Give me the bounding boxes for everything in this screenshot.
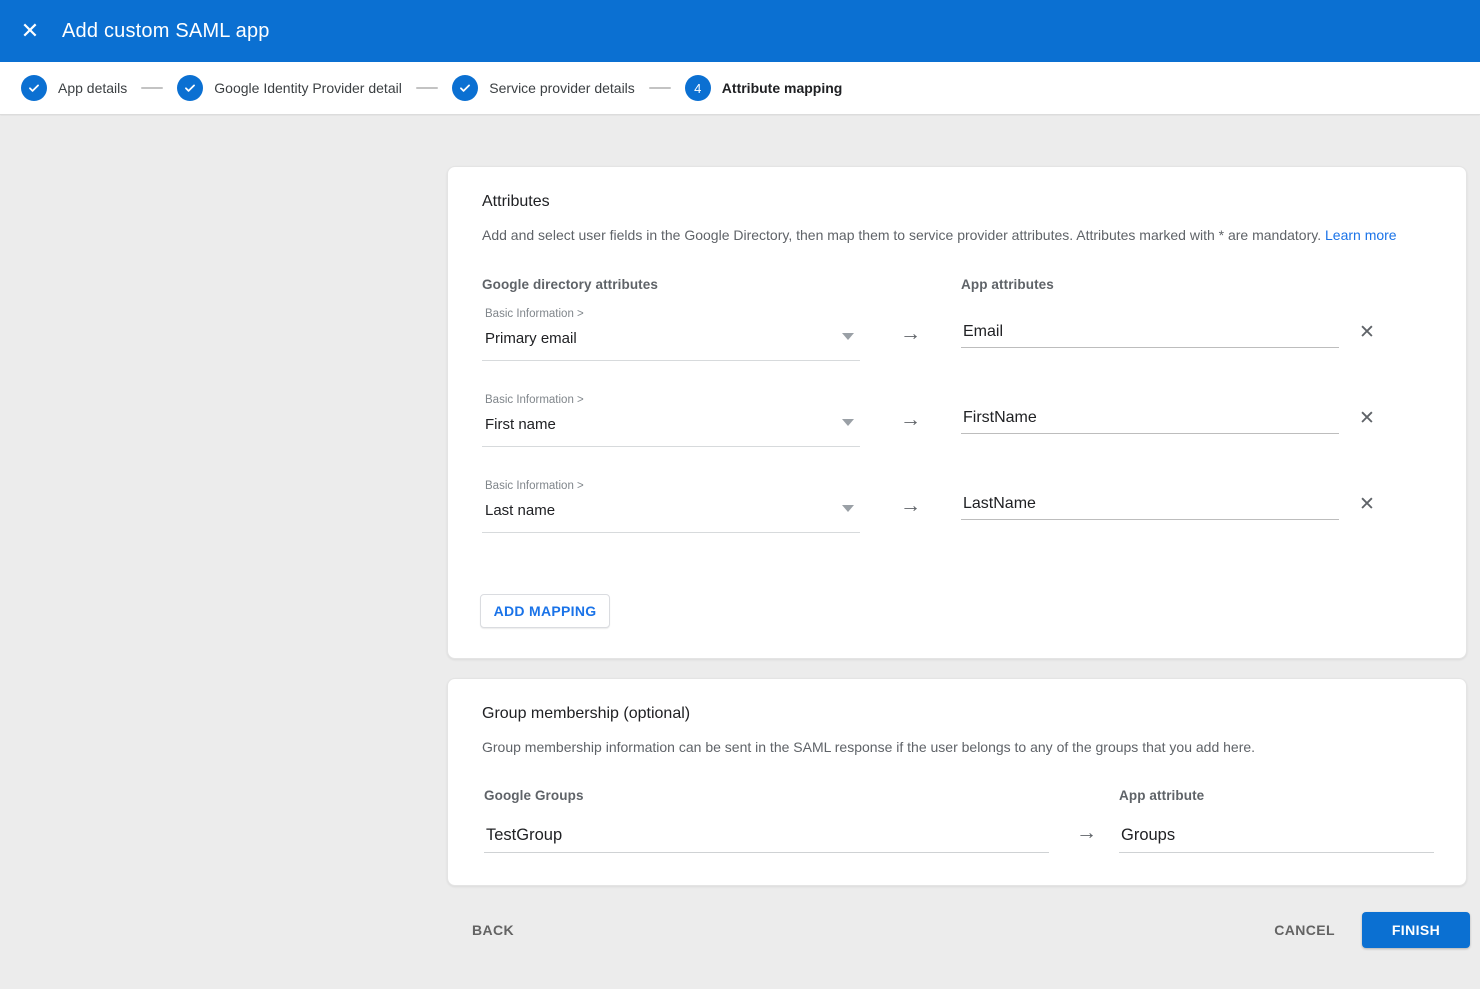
dropdown-arrow-icon [842,333,854,340]
directory-attribute-select[interactable]: Basic Information > Primary email [482,308,860,361]
step-app-details[interactable]: App details [21,75,127,101]
attributes-card-description: Add and select user fields in the Google… [482,227,1397,243]
attributes-card: Attributes Add and select user fields in… [447,166,1467,659]
group-membership-card: Group membership (optional) Group member… [447,678,1467,886]
app-attribute-header: App attribute [1119,788,1204,803]
attribute-value: Last name [485,502,555,519]
step-complete-check-icon [177,75,203,101]
wizard-stepper: App details Google Identity Provider det… [0,62,1480,115]
attribute-category-label: Basic Information > [485,394,584,406]
add-mapping-button[interactable]: ADD MAPPING [480,594,610,628]
app-attributes-header: App attributes [961,277,1054,292]
map-arrow-icon: → [900,322,921,346]
attributes-card-title: Attributes [482,193,550,211]
directory-attribute-select[interactable]: Basic Information > Last name [482,480,860,533]
dropdown-arrow-icon [842,419,854,426]
step-service-provider-details[interactable]: Service provider details [452,75,635,101]
learn-more-link[interactable]: Learn more [1325,227,1397,243]
dropdown-arrow-icon [842,505,854,512]
dialog-title: Add custom SAML app [62,20,270,43]
app-attribute-input[interactable] [961,488,1339,520]
remove-mapping-icon[interactable]: ✕ [1354,320,1380,346]
map-arrow-icon: → [900,408,921,432]
app-attribute-input[interactable] [961,316,1339,348]
group-app-attribute-input[interactable] [1119,819,1434,853]
step-label: Service provider details [489,80,635,96]
directory-attribute-select[interactable]: Basic Information > First name [482,394,860,447]
group-membership-title: Group membership (optional) [482,705,690,723]
map-arrow-icon: → [1076,821,1097,845]
mapping-row: Basic Information > First name → ✕ [448,394,1468,480]
wizard-footer: BACK CANCEL FINISH [447,912,1470,948]
step-label: Attribute mapping [722,80,843,96]
step-connector [649,87,671,89]
attribute-value: Primary email [485,330,577,347]
remove-mapping-icon[interactable]: ✕ [1354,406,1380,432]
description-text: Add and select user fields in the Google… [482,227,1321,243]
google-groups-input[interactable] [484,819,1049,853]
google-groups-header: Google Groups [484,788,584,803]
step-connector [416,87,438,89]
attribute-value: First name [485,416,556,433]
mapping-row: Basic Information > Primary email → ✕ [448,308,1468,394]
page-background: Attributes Add and select user fields in… [0,116,1480,989]
map-arrow-icon: → [900,494,921,518]
step-complete-check-icon [452,75,478,101]
mapping-row: Basic Information > Last name → ✕ [448,480,1468,566]
attribute-category-label: Basic Information > [485,308,584,320]
step-label: Google Identity Provider details [214,80,402,96]
dialog-header: ✕ Add custom SAML app [0,0,1480,62]
back-button[interactable]: BACK [472,922,514,938]
close-icon[interactable]: ✕ [20,21,40,41]
step-label: App details [58,80,127,96]
cancel-button[interactable]: CANCEL [1274,922,1335,938]
step-attribute-mapping: 4 Attribute mapping [685,75,843,101]
attribute-category-label: Basic Information > [485,480,584,492]
step-connector [141,87,163,89]
step-complete-check-icon [21,75,47,101]
remove-mapping-icon[interactable]: ✕ [1354,492,1380,518]
group-membership-description: Group membership information can be sent… [482,739,1255,755]
step-number-badge: 4 [685,75,711,101]
app-attribute-input[interactable] [961,402,1339,434]
google-directory-attributes-header: Google directory attributes [482,277,658,292]
step-google-idp-details[interactable]: Google Identity Provider details [177,75,402,101]
finish-button[interactable]: FINISH [1362,912,1470,948]
